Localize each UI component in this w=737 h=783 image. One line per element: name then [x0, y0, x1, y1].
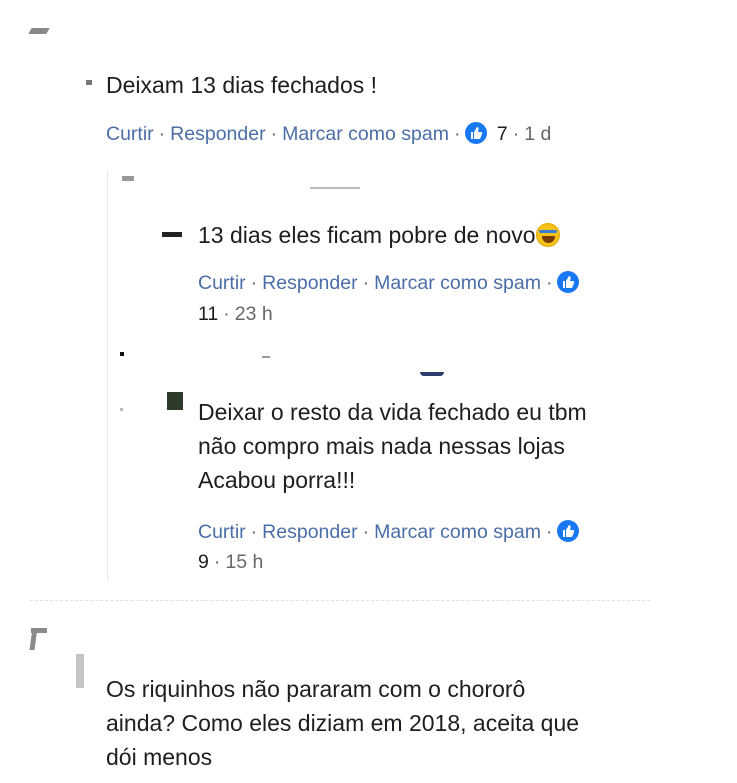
comment-line: Os riquinhos não pararam com o chororô: [106, 676, 526, 702]
reply-actions: Curtir · Responder · Marcar como spam ·: [198, 269, 580, 297]
mark-spam-button[interactable]: Marcar como spam: [374, 272, 541, 294]
like-icon[interactable]: [557, 271, 580, 293]
avatar-fragment: [120, 408, 123, 411]
like-button[interactable]: Curtir: [198, 272, 246, 294]
separator: ·: [453, 123, 461, 145]
reply-button[interactable]: Responder: [170, 123, 265, 145]
separator: ·: [545, 521, 553, 543]
reply-text: Deixar o resto da vida fechado eu tbm nã…: [198, 395, 587, 497]
reply-text: 13 dias eles ficam pobre de novo: [198, 218, 560, 252]
avatar-fragment: [28, 28, 50, 34]
separator: ·: [362, 521, 370, 543]
separator: ·: [223, 303, 230, 325]
separator: ·: [158, 123, 166, 145]
separator: ·: [362, 272, 370, 294]
reply-meta: 9 · 15 h: [198, 548, 263, 576]
avatar-fragment: [86, 80, 92, 85]
rolling-on-floor-laughing-emoji: [535, 223, 560, 247]
like-button[interactable]: Curtir: [198, 521, 246, 543]
reply-line: Acabou porra!!!: [198, 467, 356, 493]
reply-button[interactable]: Responder: [262, 272, 357, 294]
timestamp[interactable]: 1 d: [524, 123, 551, 145]
divider: [30, 600, 650, 601]
avatar-fragment: [420, 372, 444, 376]
separator: ·: [250, 272, 258, 294]
avatar-fragment: [167, 392, 183, 410]
avatar-fragment: [120, 352, 124, 356]
comment-text: Os riquinhos não pararam com o chororô a…: [106, 672, 579, 774]
avatar-fragment: [31, 628, 47, 633]
thread-line: [107, 170, 108, 580]
reaction-count[interactable]: 11: [198, 303, 218, 325]
avatar-fragment: [122, 176, 134, 181]
avatar-fragment: [162, 232, 182, 237]
reply-line: Deixar o resto da vida fechado eu tbm: [198, 399, 587, 425]
comment-line: ainda? Como eles diziam em 2018, aceita …: [106, 710, 580, 736]
like-button[interactable]: Curtir: [106, 123, 154, 145]
avatar-fragment: [310, 187, 360, 189]
reply-actions: Curtir · Responder · Marcar como spam ·: [198, 518, 580, 546]
like-icon[interactable]: [557, 520, 580, 542]
comment-line: dói menos: [106, 744, 213, 770]
separator: ·: [250, 521, 258, 543]
reaction-count[interactable]: 9: [198, 551, 209, 573]
separator: ·: [512, 123, 520, 145]
timestamp[interactable]: 23 h: [235, 303, 273, 325]
reply-button[interactable]: Responder: [262, 521, 357, 543]
comment-text: Deixam 13 dias fechados !: [106, 72, 378, 98]
reply-meta: 11 · 23 h: [198, 300, 273, 328]
reaction-count[interactable]: 7: [493, 123, 508, 145]
comment-actions: Curtir · Responder · Marcar como spam · 7 · 1 d: [106, 120, 551, 148]
separator: ·: [545, 272, 553, 294]
separator: ·: [270, 123, 278, 145]
avatar-fragment: [262, 356, 270, 358]
reply-line: não compro mais nada nessas lojas: [198, 433, 565, 459]
like-icon[interactable]: [465, 122, 488, 144]
separator: ·: [213, 551, 221, 573]
timestamp[interactable]: 15 h: [225, 551, 263, 573]
mark-spam-button[interactable]: Marcar como spam: [282, 123, 449, 145]
avatar-fragment: [76, 654, 84, 688]
mark-spam-button[interactable]: Marcar como spam: [374, 521, 541, 543]
